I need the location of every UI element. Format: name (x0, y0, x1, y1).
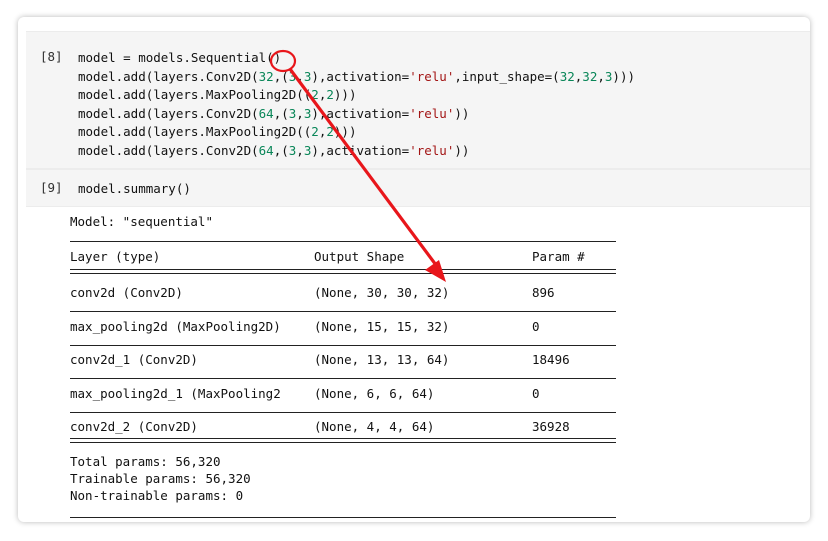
cell-prompt: [9] (40, 180, 63, 195)
code-token: ),activation= (311, 105, 410, 121)
separator-line (70, 517, 616, 518)
code-token: 'relu' (409, 68, 455, 84)
trainable-params: Trainable params: 56,320 (70, 471, 251, 486)
code-line: model.add(layers.MaxPooling2D((2,2))) (78, 123, 635, 142)
code-token: 'relu' (409, 142, 455, 158)
code-cell-8[interactable]: [8] model = models.Sequential() model.add… (26, 31, 810, 169)
model-name-line: Model: "sequential" (70, 214, 213, 229)
code-token: 32 (258, 68, 274, 84)
output-shape: (None, 30, 30, 32) (314, 285, 450, 300)
cell-code[interactable]: model.summary() (78, 180, 191, 199)
code-token: model.add(layers.Conv2D( (78, 68, 259, 84)
code-line: model.add(layers.Conv2D(64,(3,3),activat… (78, 142, 635, 161)
code-line: model.add(layers.Conv2D(64,(3,3),activat… (78, 105, 635, 124)
layer-name: max_pooling2d_1 (MaxPooling2 (70, 385, 281, 401)
cell-prompt: [8] (40, 49, 63, 64)
code-token: ),activation= (311, 142, 410, 158)
header-param: Param # (532, 249, 585, 264)
code-token: model.add(layers.Conv2D( (78, 105, 259, 121)
code-token: ,( (273, 105, 289, 121)
header-layer: Layer (type) (70, 249, 161, 264)
code-token: 64 (258, 142, 274, 158)
notebook-frame: [8] model = models.Sequential() model.add… (18, 17, 810, 522)
code-token: , (597, 68, 605, 84)
cell-code[interactable]: model = models.Sequential() model.add(lay… (78, 49, 635, 161)
param-count: 18496 (532, 352, 570, 367)
param-count: 896 (532, 285, 555, 300)
code-token: ,( (273, 68, 289, 84)
code-token: 2 (326, 87, 334, 103)
code-line: model.add(layers.Conv2D(32,(3,3),activat… (78, 68, 635, 87)
code-token: ,( (273, 142, 289, 158)
code-token: 32 (582, 68, 598, 84)
code-token: )) (454, 105, 470, 121)
layer-name: conv2d_2 (Conv2D) (70, 419, 198, 434)
code-line: model = models.Sequential() (78, 49, 635, 68)
code-token: ))) (333, 124, 357, 140)
code-token: ),activation= (311, 68, 410, 84)
output-shape: (None, 6, 6, 64) (314, 385, 435, 401)
code-token: 32 (559, 68, 575, 84)
separator-line (70, 378, 616, 379)
output-shape: (None, 13, 13, 64) (314, 352, 450, 367)
code-token: ))) (333, 87, 357, 103)
code-line: model.add(layers.MaxPooling2D((2,2))) (78, 86, 635, 105)
separator-line (70, 241, 616, 242)
layer-name: conv2d (Conv2D) (70, 285, 183, 300)
code-token: , (296, 68, 304, 84)
separator-line (70, 311, 616, 312)
separator-line (70, 411, 616, 413)
output-shape: (None, 15, 15, 32) (314, 318, 450, 334)
layer-name: conv2d_1 (Conv2D) (70, 352, 198, 367)
code-token: , (296, 142, 304, 158)
non-trainable-params: Non-trainable params: 0 (70, 488, 244, 503)
code-token: model = models.Sequential() (78, 50, 282, 65)
code-token: , (296, 105, 304, 121)
separator-line (70, 344, 616, 346)
code-token: model.add(layers.MaxPooling2D(( (78, 87, 312, 103)
code-token: 2 (326, 124, 334, 140)
layer-name: max_pooling2d (MaxPooling2D) (70, 318, 281, 334)
code-token: 2 (311, 124, 319, 140)
code-cell-9[interactable]: [9] model.summary() (26, 169, 810, 207)
code-token: 'relu' (409, 105, 455, 121)
total-params: Total params: 56,320 (70, 454, 221, 469)
param-count: 0 (532, 385, 540, 401)
code-token: 64 (258, 105, 274, 121)
header-output-shape: Output Shape (314, 249, 405, 264)
code-token: model.add(layers.MaxPooling2D(( (78, 124, 312, 140)
code-token: ,input_shape=( (454, 68, 560, 84)
double-separator-line (70, 438, 616, 443)
code-token: ))) (612, 68, 635, 84)
code-token: model.add(layers.Conv2D( (78, 142, 259, 158)
double-separator-line (70, 269, 616, 274)
code-token: )) (454, 142, 470, 158)
param-count: 0 (532, 318, 540, 334)
param-count: 36928 (532, 419, 570, 434)
code-token: 2 (311, 87, 319, 103)
output-shape: (None, 4, 4, 64) (314, 419, 435, 434)
